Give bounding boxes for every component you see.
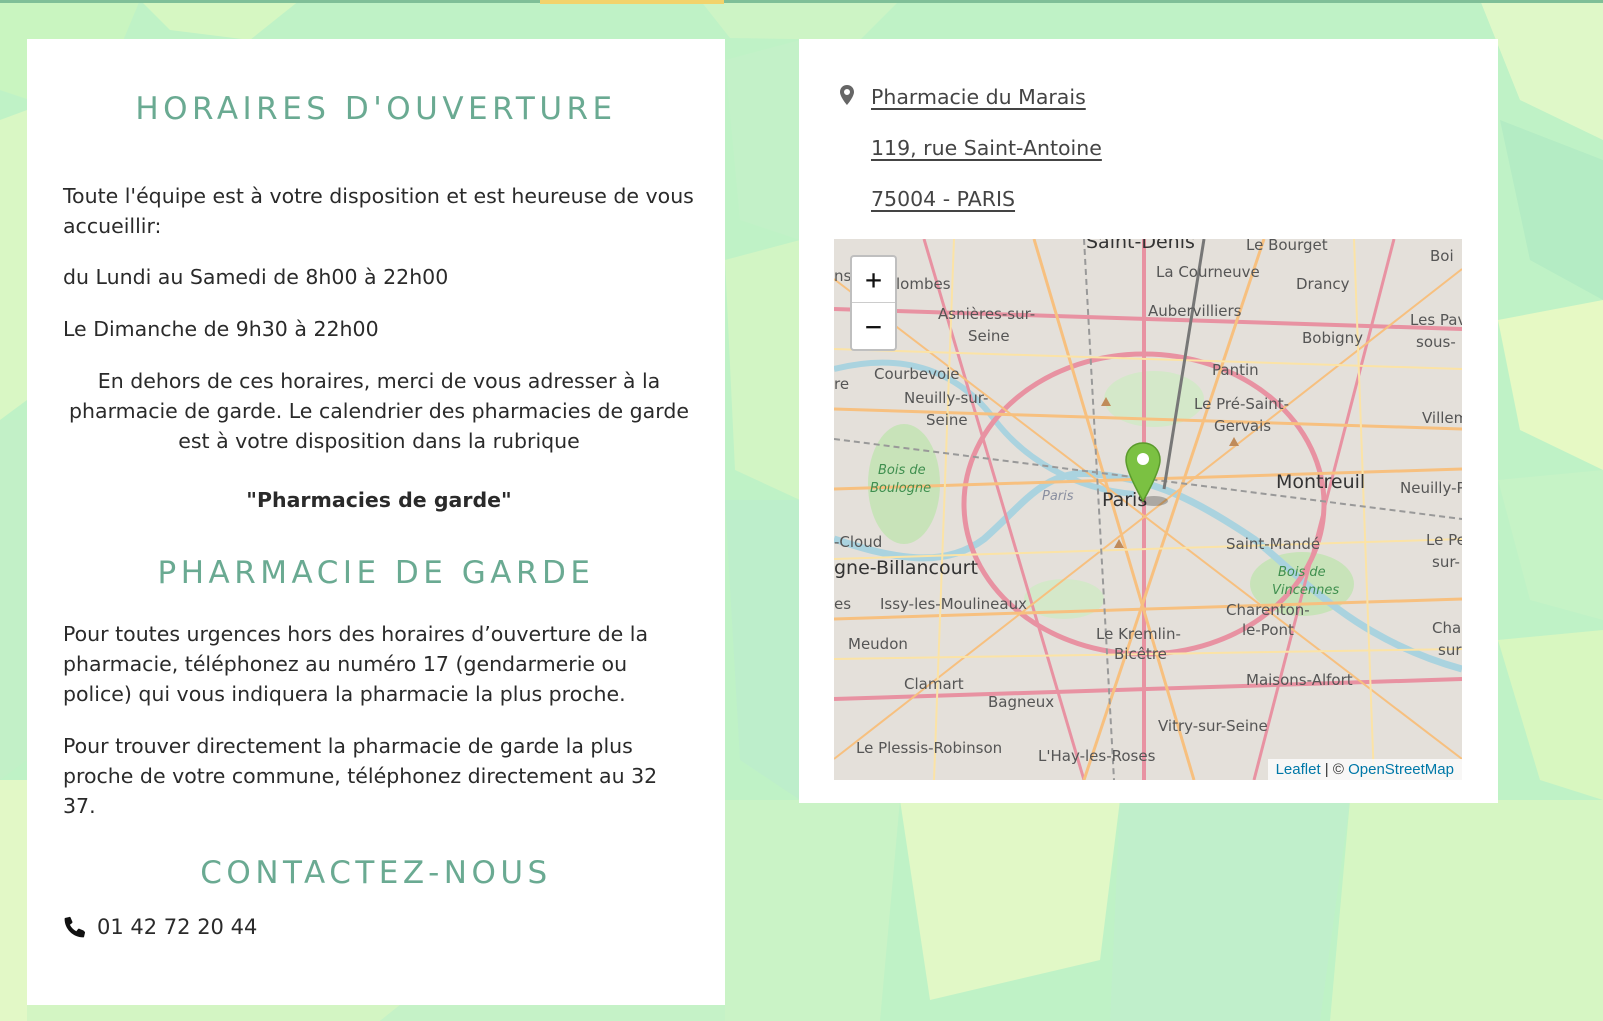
map-label: sur (1438, 641, 1462, 659)
map-label: Aubervilliers (1148, 302, 1242, 320)
phone-icon (64, 916, 86, 938)
map-label: Bois de (1278, 565, 1326, 580)
map-label: lombes (896, 275, 951, 293)
hours-sunday: Le Dimanche de 9h30 à 22h00 (63, 317, 379, 341)
map-label: sur- (1432, 553, 1460, 571)
top-accent-bar (540, 0, 724, 4)
attribution-separator: | © (1320, 761, 1349, 778)
map-label: gne-Billancourt (834, 557, 978, 579)
leaflet-link[interactable]: Leaflet (1276, 761, 1321, 778)
garde-rubrique-name: "Pharmacies de garde" (246, 488, 512, 512)
garde-para-2: Pour trouver directement la pharmacie de… (63, 734, 658, 818)
garde-title: PHARMACIE DE GARDE (157, 555, 595, 591)
map-label: -Cloud (834, 533, 883, 551)
address-city-link[interactable]: 75004 - PARIS (871, 187, 1015, 211)
map-label: Le Pe (1426, 531, 1462, 549)
map-label: Bobigny (1302, 329, 1364, 347)
address-street-link[interactable]: 119, rue Saint-Antoine (871, 136, 1102, 160)
phone-row[interactable]: 01 42 72 20 44 (63, 915, 257, 939)
map-label: Vincennes (1272, 583, 1340, 598)
map-label: Neuilly-P (1400, 479, 1462, 497)
map-marker-icon[interactable] (1124, 441, 1168, 507)
info-card: HORAIRES D'OUVERTURE Toute l'équipe est … (27, 39, 725, 1005)
map-label: La Courneuve (1156, 263, 1260, 281)
map-label: Meudon (848, 635, 908, 653)
map-label: Pantin (1212, 361, 1259, 379)
pharmacy-name-link[interactable]: Pharmacie du Marais (871, 85, 1086, 109)
garde-para-1: Pour toutes urgences hors des horaires d… (63, 622, 649, 706)
map-label: Cha (1432, 619, 1462, 637)
map-label: Le Pré-Saint- (1194, 395, 1290, 413)
map-label: Bois de (878, 463, 926, 478)
hours-title: HORAIRES D'OUVERTURE (135, 91, 617, 127)
map-label: Villem (1422, 409, 1462, 427)
map-label: Bicêtre (1114, 645, 1167, 663)
map-label: Drancy (1296, 275, 1350, 293)
hours-weekdays: du Lundi au Samedi de 8h00 à 22h00 (63, 265, 449, 289)
map-label: Montreuil (1276, 471, 1366, 493)
map-label: ns (834, 267, 852, 285)
map-label: Vitry-sur-Seine (1158, 717, 1268, 735)
map-label: Neuilly-sur- (904, 389, 989, 407)
map-label: Boulogne (870, 481, 932, 496)
map-label: le-Pont (1242, 621, 1294, 639)
map-label: Paris (1042, 489, 1074, 504)
map-label: Clamart (904, 675, 964, 693)
map-label: Le Plessis-Robinson (856, 739, 1003, 757)
top-border (0, 0, 1603, 3)
map[interactable]: Saint-Denis Le Bourget Boi ns lombes La … (834, 239, 1462, 780)
map-label: Le Kremlin- (1096, 625, 1181, 643)
map-tiles (834, 239, 1462, 780)
map-label: Asnières-sur- (938, 305, 1036, 323)
location-card: Pharmacie du Marais 119, rue Saint-Antoi… (799, 39, 1498, 803)
map-label: es (834, 595, 852, 613)
zoom-control: + − (850, 255, 897, 351)
map-label: Saint-Mandé (1226, 535, 1321, 553)
map-label: Issy-les-Moulineaux (880, 595, 1027, 613)
openstreetmap-link[interactable]: OpenStreetMap (1348, 761, 1454, 778)
map-label: Charenton- (1226, 601, 1310, 619)
zoom-out-button[interactable]: − (852, 303, 895, 349)
map-label: Maisons-Alfort (1246, 671, 1353, 689)
hours-intro: Toute l'équipe est à votre disposition e… (63, 184, 694, 238)
phone-number: 01 42 72 20 44 (97, 915, 258, 939)
map-label: Saint-Denis (1086, 239, 1195, 253)
map-pin-icon (840, 85, 854, 105)
map-label: Les Pav (1410, 311, 1462, 329)
map-label: sous- (1416, 333, 1456, 351)
contact-title: CONTACTEZ-NOUS (200, 855, 552, 891)
map-label: Boi (1430, 247, 1454, 265)
map-label: Bagneux (988, 693, 1055, 711)
hours-outside: En dehors de ces horaires, merci de vous… (69, 369, 689, 453)
zoom-in-button[interactable]: + (852, 257, 895, 303)
map-label: Le Bourget (1246, 239, 1328, 254)
map-label: Courbevoie (874, 365, 960, 383)
map-label: Seine (926, 411, 968, 429)
map-label: L'Hay-les-Roses (1038, 747, 1156, 765)
map-label: Gervais (1214, 417, 1272, 435)
map-attribution: Leaflet | © OpenStreetMap (1267, 759, 1462, 780)
map-label: re (834, 375, 850, 393)
map-label: Seine (968, 327, 1010, 345)
